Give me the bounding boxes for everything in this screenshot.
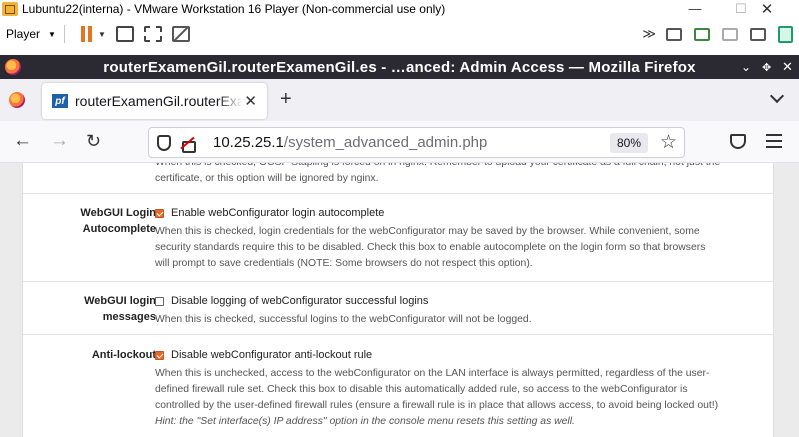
help-text: When this is checked, login credentials … xyxy=(155,224,767,272)
checkbox-label: Disable webConfigurator anti-lockout rul… xyxy=(171,349,373,361)
vmware-toolbar: Player ▼ ▼ ≫ xyxy=(0,20,799,48)
hamburger-menu-icon[interactable] xyxy=(766,134,782,148)
help-text: When this is checked, successful logins … xyxy=(155,312,767,328)
setting-field: Disable webConfigurator anti-lockout rul… xyxy=(155,347,767,430)
tab-active[interactable]: pf routerExamenGil.routerExamenGil.es - … xyxy=(42,83,267,119)
chevron-down-icon: ▼ xyxy=(48,29,56,39)
setting-row-login-messages: WebGUI login messages Disable logging of… xyxy=(23,281,773,334)
hint-text: Hint: the "Set interface(s) IP address" … xyxy=(155,416,575,427)
help-line: When this is unchecked, access to the we… xyxy=(155,368,710,379)
help-line: certificate, or this option will be igno… xyxy=(155,173,379,184)
label-line: messages xyxy=(102,311,156,323)
navigation-toolbar: ← → ↻ 10.25.25.1/system_advanced_admin.p… xyxy=(0,121,799,163)
fullscreen-icon[interactable] xyxy=(143,26,162,42)
tab-title: routerExamenGil.routerExamenGil.es - Sys… xyxy=(75,93,243,109)
help-line: will prompt to save credentials (NOTE: S… xyxy=(155,258,533,269)
zoom-reset-button[interactable]: 80% xyxy=(610,133,648,153)
player-menu-label: Player xyxy=(6,27,41,41)
help-line: security standards require this to be di… xyxy=(155,242,706,253)
printer-icon[interactable] xyxy=(722,27,738,41)
pause-icon[interactable] xyxy=(80,26,92,42)
checkbox-label: Enable webConfigurator login autocomplet… xyxy=(171,207,385,219)
help-line: When this is checked, successful logins … xyxy=(155,314,532,325)
tracking-protection-shield-icon[interactable] xyxy=(157,134,171,151)
help-line: When this is checked, OCSP Stapling is f… xyxy=(155,163,767,171)
anti-lockout-checkbox-row[interactable]: Disable webConfigurator anti-lockout rul… xyxy=(155,347,767,363)
list-all-tabs-chevron-icon[interactable] xyxy=(770,91,784,105)
new-tab-button[interactable]: + xyxy=(280,89,292,109)
hard-disk-icon[interactable] xyxy=(666,27,682,41)
url-host: 10.25.25.1 xyxy=(213,134,284,151)
tab-close-icon[interactable]: ✕ xyxy=(244,92,257,110)
setting-field: Disable logging of webConfigurator succe… xyxy=(155,293,767,328)
screen: Lubuntu22(interna) - VMware Workstation … xyxy=(0,0,799,437)
login-autocomplete-checkbox-row[interactable]: Enable webConfigurator login autocomplet… xyxy=(155,205,767,221)
help-line: When this is checked, login credentials … xyxy=(155,226,700,237)
message-log-icon[interactable] xyxy=(778,25,793,43)
vmware-device-tray: ≫ xyxy=(642,20,799,48)
web-page: When this is checked, OCSP Stapling is f… xyxy=(0,163,799,437)
help-line: defined firewall rule set. Check this bo… xyxy=(155,384,688,395)
more-devices-icon[interactable]: ≫ xyxy=(642,26,656,42)
unity-icon[interactable] xyxy=(171,26,190,42)
vmware-titlebar: Lubuntu22(interna) - VMware Workstation … xyxy=(0,0,799,18)
login-autocomplete-checkbox[interactable] xyxy=(155,208,164,218)
setting-field: Enable webConfigurator login autocomplet… xyxy=(155,205,767,272)
vmware-window-title: Lubuntu22(interna) - VMware Workstation … xyxy=(22,1,446,16)
firefox-titlebar: routerExamenGil.routerExamenGil.es - …an… xyxy=(0,55,799,79)
bookmark-star-icon[interactable]: ☆ xyxy=(660,131,677,154)
ocsp-help-text: When this is checked, OCSP Stapling is f… xyxy=(155,163,767,187)
toolbar-divider xyxy=(63,25,65,43)
settings-panel: When this is checked, OCSP Stapling is f… xyxy=(22,163,774,437)
player-menu-button[interactable]: Player ▼ xyxy=(6,27,56,41)
firefox-close-button[interactable]: ✕ xyxy=(782,55,793,79)
vmware-close-button[interactable]: ✕ xyxy=(752,0,782,18)
pause-menu-chevron-icon[interactable]: ▼ xyxy=(98,30,106,39)
firefox-view-icon[interactable] xyxy=(9,92,25,108)
firefox-maximize-button[interactable]: ✥ xyxy=(762,55,771,79)
pfsense-favicon-icon: pf xyxy=(52,94,68,108)
forward-button[interactable]: → xyxy=(50,131,69,151)
label-line: WebGUI login xyxy=(84,295,156,307)
label-line: WebGUI Login xyxy=(80,207,156,219)
setting-row-anti-lockout: Anti-lockout Disable webConfigurator ant… xyxy=(23,334,773,437)
firefox-minimize-button[interactable]: ⌄ xyxy=(741,55,751,79)
url-text[interactable]: 10.25.25.1/system_advanced_admin.php xyxy=(213,134,487,151)
tab-strip: pf routerExamenGil.routerExamenGil.es - … xyxy=(0,79,799,121)
firefox-window-title: routerExamenGil.routerExamenGil.es - …an… xyxy=(103,58,696,76)
label-line: Anti-lockout xyxy=(91,349,156,361)
url-path: /system_advanced_admin.php xyxy=(283,134,488,151)
label-line: Autocomplete xyxy=(82,223,156,235)
vmware-logo-icon xyxy=(2,1,18,16)
send-ctrl-alt-del-icon[interactable] xyxy=(115,26,134,42)
login-messages-checkbox[interactable] xyxy=(155,296,164,306)
reload-button[interactable]: ↻ xyxy=(86,131,101,151)
help-line: controlled by the user-defined firewall … xyxy=(155,400,719,411)
insecure-lock-icon[interactable] xyxy=(181,136,196,153)
anti-lockout-checkbox[interactable] xyxy=(155,350,164,360)
sound-card-icon[interactable] xyxy=(750,27,766,41)
setting-label: Anti-lockout xyxy=(36,347,156,363)
login-messages-checkbox-row[interactable]: Disable logging of webConfigurator succe… xyxy=(155,293,767,309)
setting-label: WebGUI Login Autocomplete xyxy=(36,205,156,237)
pocket-icon[interactable] xyxy=(730,134,746,149)
url-bar[interactable]: 10.25.25.1/system_advanced_admin.php 80%… xyxy=(148,127,685,158)
setting-label: WebGUI login messages xyxy=(36,293,156,325)
vmware-minimize-button[interactable]: — xyxy=(680,0,710,17)
setting-row-login-autocomplete: WebGUI Login Autocomplete Enable webConf… xyxy=(23,193,773,276)
checkbox-label: Disable logging of webConfigurator succe… xyxy=(171,295,429,307)
back-button[interactable]: ← xyxy=(13,131,32,151)
network-adapter-icon[interactable] xyxy=(694,27,710,41)
help-text: When this is unchecked, access to the we… xyxy=(155,366,767,430)
